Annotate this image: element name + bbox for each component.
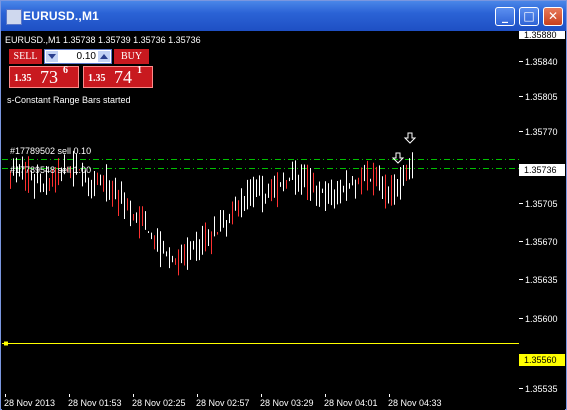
sell-price-prefix: 1.35 (14, 73, 32, 84)
price-axis-label: 1.35770 (525, 127, 558, 137)
time-axis-label: 28 Nov 03:29 (260, 398, 314, 408)
price-axis-tick (519, 241, 523, 242)
trade-arrow-icon (403, 132, 417, 144)
lot-size-input[interactable]: 0.10 (44, 49, 112, 64)
time-axis-tick (69, 394, 70, 397)
minimize-icon: _ (502, 9, 508, 23)
sell-button[interactable]: SELL (9, 49, 42, 64)
price-axis-tick (519, 203, 523, 204)
order-label[interactable]: #17789502 sell 0.10 (10, 146, 91, 156)
yellow-line-handle (4, 341, 8, 346)
time-axis-tick (389, 394, 390, 397)
price-chart[interactable]: EURUSD.,M1 1.35738 1.35739 1.35736 1.357… (2, 31, 565, 410)
time-axis-label: 28 Nov 01:53 (68, 398, 122, 408)
chart-info-line: EURUSD.,M1 1.35738 1.35739 1.35736 1.357… (5, 35, 201, 45)
close-icon: ✕ (547, 9, 559, 23)
maximize-icon: □ (523, 9, 535, 23)
chart-window-icon (6, 9, 22, 25)
sell-price-big: 73 (40, 67, 58, 87)
buy-price-prefix: 1.35 (88, 73, 106, 84)
price-axis-tick (519, 279, 523, 280)
price-axis-label: 1.35535 (525, 384, 558, 394)
price-axis[interactable]: 1.35880 1.35840 1.35805 1.35770 1.35705 1.35… (519, 31, 565, 410)
chart-window: EURUSD.,M1 _ □ ✕ EURUSD.,M1 1.35738 1.35… (0, 0, 567, 410)
sell-price-sup: 6 (63, 65, 68, 76)
time-axis-tick (133, 394, 134, 397)
price-axis-label: 1.35705 (525, 199, 558, 209)
close-button[interactable]: ✕ (543, 7, 563, 26)
lot-decrease-icon[interactable] (46, 51, 58, 62)
time-axis-tick (197, 394, 198, 397)
lot-increase-icon[interactable] (98, 51, 110, 62)
time-axis-tick (261, 394, 262, 397)
price-axis-tick (519, 96, 523, 97)
time-axis-label: 28 Nov 02:57 (196, 398, 250, 408)
time-axis[interactable]: 28 Nov 2013 28 Nov 01:53 28 Nov 02:25 28 No… (2, 394, 519, 410)
one-click-trade-panel: SELL 0.10 BUY 1.35 73 6 1.35 74 1 (7, 49, 154, 89)
buy-button[interactable]: BUY (114, 49, 149, 64)
price-axis-top-label: 1.35880 (519, 31, 565, 39)
sell-price-button[interactable]: 1.35 73 6 (9, 65, 79, 88)
trade-arrow-icon (391, 152, 405, 164)
current-price-label: 1.35736 (519, 164, 565, 176)
price-axis-tick (519, 318, 523, 319)
lot-value[interactable]: 0.10 (77, 51, 96, 62)
order-label[interactable]: #17789548 sell 1.00 (10, 165, 91, 175)
buy-price-sup: 1 (137, 65, 142, 76)
price-axis-label: 1.35840 (525, 57, 558, 67)
time-axis-label: 28 Nov 04:01 (324, 398, 378, 408)
price-axis-label: 1.35670 (525, 237, 558, 247)
time-axis-label: 28 Nov 02:25 (132, 398, 186, 408)
buy-price-button[interactable]: 1.35 74 1 (83, 65, 153, 88)
minimize-button[interactable]: _ (495, 7, 515, 26)
price-axis-tick (519, 388, 523, 389)
buy-price-big: 74 (114, 67, 132, 87)
price-axis-tick (519, 61, 523, 62)
yellow-line-price-label: 1.35560 (519, 354, 565, 366)
price-axis-tick (519, 131, 523, 132)
time-axis-label: 28 Nov 2013 (4, 398, 56, 408)
time-axis-tick (325, 394, 326, 397)
maximize-button[interactable]: □ (519, 7, 539, 26)
time-axis-label: 28 Nov 04:33 (388, 398, 442, 408)
status-message: s-Constant Range Bars started (7, 95, 131, 105)
price-axis-label: 1.35600 (525, 314, 558, 324)
price-axis-label: 1.35805 (525, 92, 558, 102)
time-axis-tick (5, 394, 6, 397)
window-title: EURUSD.,M1 (23, 9, 100, 23)
title-bar[interactable]: EURUSD.,M1 _ □ ✕ (1, 1, 566, 31)
price-axis-label: 1.35635 (525, 275, 558, 285)
